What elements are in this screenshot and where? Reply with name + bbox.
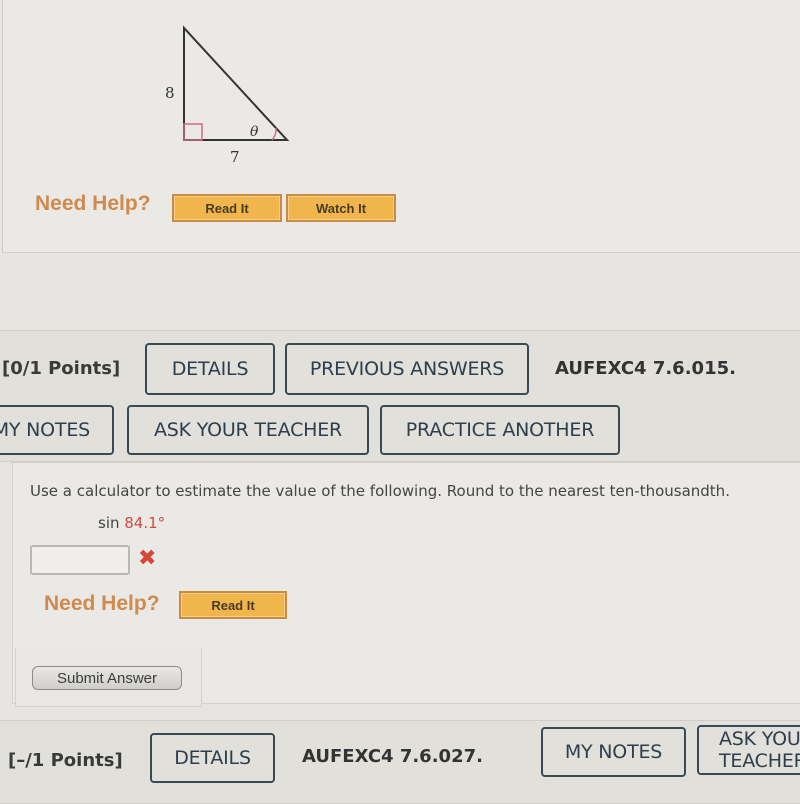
incorrect-icon: ✖: [138, 546, 157, 571]
vertical-leg-label: 8: [165, 84, 175, 102]
next-problem-code: AUFEXC4 7.6.027.: [302, 746, 483, 767]
points-label: [0/1 Points]: [2, 358, 121, 379]
right-triangle-figure: 8 7 θ: [165, 25, 290, 166]
watch-it-button[interactable]: Watch It: [286, 194, 396, 222]
read-it-button[interactable]: Read It: [172, 194, 282, 222]
my-notes-label: MY NOTES: [0, 419, 90, 441]
next-points-label: [–/1 Points]: [8, 750, 123, 771]
right-angle-marker: [183, 123, 203, 141]
question-instruction: Use a calculator to estimate the value o…: [30, 482, 730, 500]
my-notes-button[interactable]: MY NOTES: [0, 405, 114, 455]
previous-answers-button[interactable]: PREVIOUS ANSWERS: [285, 343, 529, 395]
next-ask-your-teacher-button[interactable]: ASK YOUR TEACHER: [697, 725, 800, 775]
details-button[interactable]: DETAILS: [145, 343, 275, 395]
next-details-button[interactable]: DETAILS: [150, 733, 275, 783]
expression-prefix: sin: [98, 514, 125, 532]
answer-input[interactable]: [30, 545, 130, 575]
angle-label: θ: [250, 124, 259, 140]
need-help-label-2: Need Help?: [44, 592, 160, 615]
ask-your-teacher-button[interactable]: ASK YOUR TEACHER: [127, 405, 369, 455]
read-it-button-2[interactable]: Read It: [179, 591, 287, 619]
next-my-notes-button[interactable]: MY NOTES: [541, 727, 686, 777]
triangle-outline: [183, 25, 290, 141]
next-ask-teacher-label: ASK YOUR TEACHER: [719, 728, 800, 772]
question-expression: sin 84.1°: [98, 514, 165, 532]
expression-value: 84.1°: [124, 514, 166, 532]
need-help-label: Need Help?: [35, 192, 151, 215]
horizontal-leg-label: 7: [230, 148, 240, 166]
angle-arc: [271, 127, 277, 141]
practice-another-button[interactable]: PRACTICE ANOTHER: [380, 405, 620, 455]
problem-code: AUFEXC4 7.6.015.: [555, 358, 736, 379]
submit-answer-button[interactable]: Submit Answer: [32, 666, 182, 690]
